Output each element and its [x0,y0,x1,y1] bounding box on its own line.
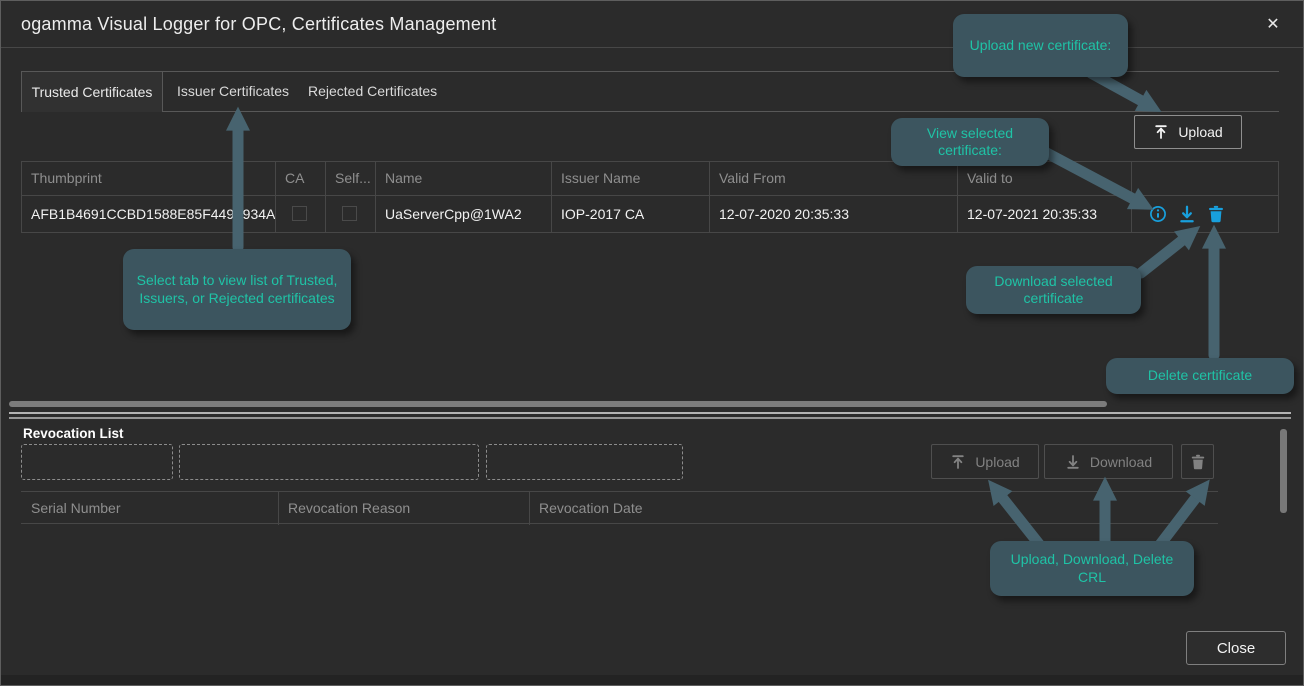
upload-icon [950,454,966,470]
splitter-handle[interactable] [9,412,1291,419]
self-signed-checkbox[interactable] [342,206,357,221]
window-bottom-edge [1,675,1303,686]
col-header-valid-to[interactable]: Valid to [957,161,1131,195]
revocation-field-3[interactable] [486,444,683,480]
upload-certificate-button[interactable]: Upload [1134,115,1242,149]
col-header-revocation-reason[interactable]: Revocation Reason [278,492,529,524]
row-cell-name[interactable]: UaServerCpp@1WA2 [375,195,551,233]
tab-rejected-certificates[interactable]: Rejected Certificates [308,71,437,112]
col-header-ca[interactable]: CA [275,161,325,195]
tab-trusted-certificates[interactable]: Trusted Certificates [21,71,163,112]
delete-icon [1190,454,1206,470]
tooltip-select-tab: Select tab to view list of Trusted, Issu… [123,249,351,330]
delete-icon[interactable] [1207,205,1225,223]
close-button[interactable]: Close [1186,631,1286,665]
arrow-to-upload-button [1091,73,1149,105]
certificates-management-dialog: ogamma Visual Logger for OPC, Certificat… [0,0,1304,686]
col-header-issuer-name[interactable]: Issuer Name [551,161,709,195]
row-cell-thumbprint[interactable]: AFB1B4691CCBD1588E85F449F934A... [21,195,275,233]
row-actions [1131,195,1279,233]
col-header-name[interactable]: Name [375,161,551,195]
tooltip-crl-actions: Upload, Download, Delete CRL [990,541,1194,596]
crl-delete-button[interactable] [1181,444,1214,479]
vertical-scrollbar[interactable] [1280,429,1287,513]
revocation-list-title: Revocation List [23,426,124,441]
col-header-serial-number[interactable]: Serial Number [21,492,278,524]
row-cell-valid-to[interactable]: 12-07-2021 20:35:33 [957,195,1131,233]
revocation-field-2[interactable] [179,444,479,480]
download-icon [1065,454,1081,470]
col-header-self-signed[interactable]: Self... [325,161,375,195]
upload-button-label: Upload [1178,124,1222,140]
crl-download-button[interactable]: Download [1044,444,1173,479]
arrow-to-download-icon [1141,235,1189,273]
ca-checkbox[interactable] [292,206,307,221]
tab-strip-bottom-border [163,111,1279,112]
tooltip-delete-certificate: Delete certificate [1106,358,1294,394]
crl-upload-label: Upload [975,454,1019,470]
col-header-revocation-date[interactable]: Revocation Date [529,492,1218,524]
col-header-thumbprint[interactable]: Thumbprint [21,161,275,195]
download-icon[interactable] [1178,205,1196,223]
crl-download-label: Download [1090,454,1152,470]
revocation-table: Serial Number Revocation Reason Revocati… [21,491,1218,524]
tooltip-view-selected-certificate: View selected certificate: [891,118,1049,166]
certificates-table: Thumbprint CA Self... Name Issuer Name V… [21,161,1279,233]
info-icon[interactable] [1149,205,1167,223]
tooltip-download-selected-certificate: Download selected certificate [966,266,1141,314]
tab-issuer-certificates[interactable]: Issuer Certificates [177,71,289,112]
upload-icon [1153,124,1169,140]
close-icon[interactable]: ✕ [1262,14,1284,36]
row-cell-issuer-name[interactable]: IOP-2017 CA [551,195,709,233]
tooltip-upload-new-certificate: Upload new certificate: [953,14,1128,77]
row-cell-valid-from[interactable]: 12-07-2020 20:35:33 [709,195,957,233]
horizontal-scrollbar[interactable] [9,401,1107,407]
crl-upload-button[interactable]: Upload [931,444,1039,479]
window-title: ogamma Visual Logger for OPC, Certificat… [21,1,497,48]
revocation-field-1[interactable] [21,444,173,480]
col-header-valid-from[interactable]: Valid From [709,161,957,195]
